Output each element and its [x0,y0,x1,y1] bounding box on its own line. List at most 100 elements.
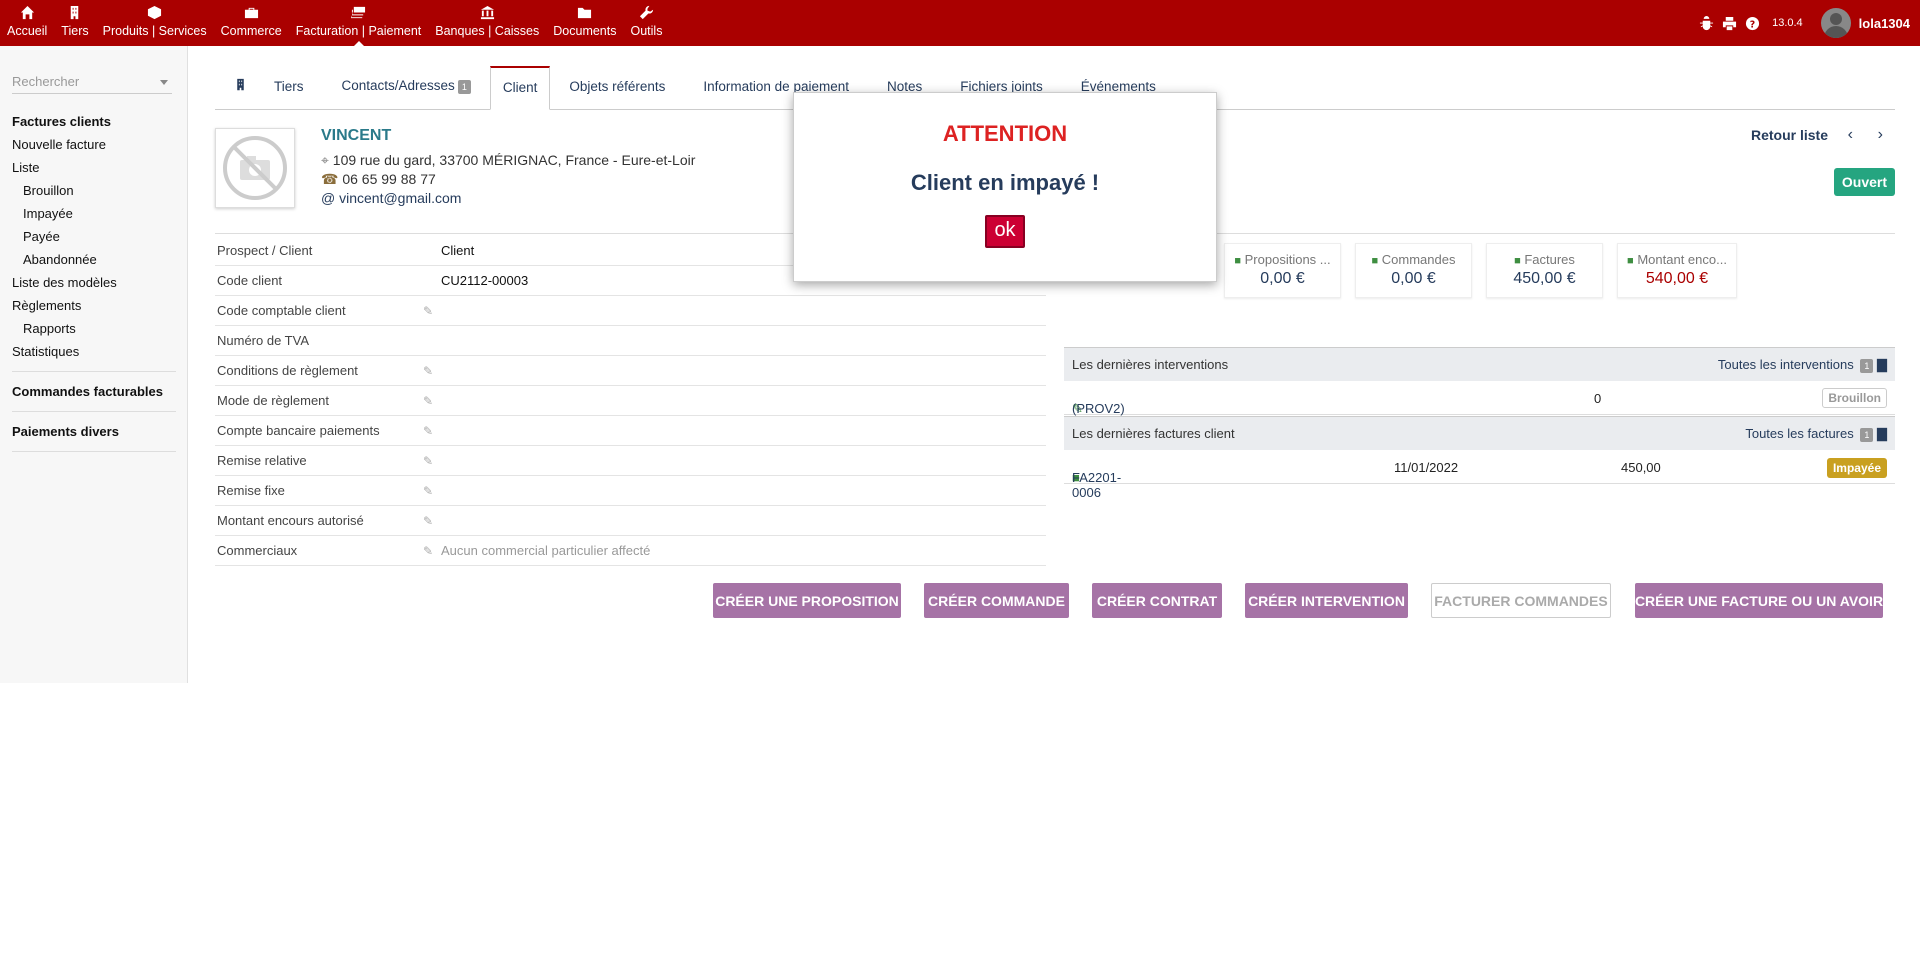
left-sidebar: Rechercher Factures clients Nouvelle fac… [0,46,188,683]
field-row-code-comptable: Code comptable client ✎ [215,296,1046,326]
status-badge: Impayée [1826,458,1887,478]
back-to-list-link[interactable]: Retour liste [1751,127,1828,143]
address-line: ⌖ 109 rue du gard, 33700 MÉRIGNAC, Franc… [321,151,695,170]
tab-contacts[interactable]: Contacts/Adresses 1 [323,78,490,109]
field-label: Numéro de TVA [217,333,310,348]
edit-pencil-icon[interactable]: ✎ [423,544,441,558]
chart-icon[interactable]: ▇ [1877,357,1887,372]
field-label: Code comptable client [217,303,346,318]
sidebar-item-payee[interactable]: Payée [12,225,176,248]
alert-dialog: ATTENTION Client en impayé ! ok [793,92,1217,282]
field-label: Compte bancaire paiements [217,423,380,438]
link-label: Toutes les interventions [1717,356,1854,372]
briefcase-icon [244,7,258,19]
search-input[interactable]: Rechercher [12,70,172,94]
create-invoice-button[interactable]: CRÉER UNE FACTURE OU UN AVOIR [1635,583,1883,618]
customer-email[interactable]: vincent@gmail.com [339,190,461,206]
invoice-amount: 450,00 [1621,460,1661,475]
field-label: Remise relative [217,453,307,468]
nav-commerce[interactable]: Commerce [214,0,289,46]
dialog-title: ATTENTION [942,121,1068,146]
customer-fields-table: Prospect / Client Client Code client CU2… [215,236,1046,566]
stat-value: 450,00 € [1513,270,1576,287]
sidebar-item-statistiques[interactable]: Statistiques [12,340,176,363]
tab-objets-referents[interactable]: Objets référents [550,79,684,109]
field-row-remise-relative: Remise relative ✎ [215,446,1046,476]
chevron-right-icon[interactable]: › [1878,126,1883,144]
stat-box-factures[interactable]: ■ Factures 450,00 € [1486,243,1603,298]
edit-pencil-icon[interactable]: ✎ [423,394,441,408]
list-title: Les dernières factures client [1072,426,1235,441]
username[interactable]: lola1304 [1859,16,1910,31]
create-intervention-button[interactable]: CRÉER INTERVENTION [1245,583,1408,618]
create-proposal-button[interactable]: CRÉER UNE PROPOSITION [713,583,901,618]
avatar[interactable] [1820,8,1851,38]
stat-label: Commandes [1381,252,1456,267]
building-icon [71,5,79,20]
stat-box-encours[interactable]: ■ Montant enco... 540,00 € [1617,243,1737,298]
tab-client[interactable]: Client [489,66,551,110]
edit-pencil-icon[interactable]: ✎ [423,424,441,438]
file-icon: ■ [1627,255,1634,267]
intervention-value: 0 [1594,391,1602,406]
nav-documents[interactable]: Documents [546,0,623,46]
sidebar-item-impayee[interactable]: Impayée [12,202,176,225]
all-invoices-link[interactable]: Toutes les factures 1 ▇ [1745,426,1887,442]
phone-line: ☎ 06 65 99 88 77 [321,170,695,189]
sidebar-item-reglements[interactable]: Règlements [12,294,176,317]
invoices-header: Les dernières factures client Toutes les… [1064,416,1895,450]
field-label: Mode de règlement [217,393,330,408]
bug-icon[interactable] [1699,15,1714,31]
sidebar-item-factures-clients[interactable]: Factures clients [12,114,176,129]
sidebar-item-paiements-divers[interactable]: Paiements divers [12,424,176,439]
money-icon [351,6,366,19]
building-icon [237,78,244,91]
nav-produits-services[interactable]: Produits | Services [96,0,214,46]
create-order-button[interactable]: CRÉER COMMANDE [924,583,1069,618]
ok-button[interactable]: ok [985,215,1025,248]
stat-label: Montant enco... [1637,252,1727,267]
edit-pencil-icon[interactable]: ✎ [423,484,441,498]
tab-building[interactable] [215,78,255,109]
tab-label: Contacts/Adresses [341,78,455,93]
help-icon[interactable]: ? [1745,16,1760,31]
sidebar-item-brouillon[interactable]: Brouillon [12,179,176,202]
sidebar-item-abandonnee[interactable]: Abandonnée [12,248,176,271]
nav-facturation-paiement[interactable]: Facturation | Paiement [289,0,429,46]
tab-tiers[interactable]: Tiers [255,79,323,109]
stat-box-commandes[interactable]: ■ Commandes 0,00 € [1355,243,1472,298]
status-badge: Brouillon [1822,388,1887,408]
file-icon: ■ [1514,255,1521,267]
chart-icon[interactable]: ▇ [1877,426,1887,441]
nav-accueil[interactable]: Accueil [0,0,54,46]
phone-icon: ☎ [321,171,339,187]
sidebar-item-nouvelle-facture[interactable]: Nouvelle facture [12,133,176,156]
edit-pencil-icon[interactable]: ✎ [423,304,441,318]
edit-pencil-icon[interactable]: ✎ [423,514,441,528]
edit-pencil-icon[interactable]: ✎ [423,454,441,468]
chevron-left-icon[interactable]: ‹ [1848,126,1853,144]
all-interventions-link[interactable]: Toutes les interventions 1 ▇ [1718,357,1887,373]
nav-tiers[interactable]: Tiers [54,0,95,46]
nav-banques-caisses[interactable]: Banques | Caisses [428,0,546,46]
field-label: Montant encours autorisé [217,513,364,528]
nav-outils[interactable]: Outils [624,0,670,46]
nav-label: Commerce [220,24,282,38]
field-label: Commerciaux [217,543,298,558]
sidebar-item-liste[interactable]: Liste [12,156,176,179]
stat-value: 0,00 € [1260,270,1305,287]
sidebar-item-liste-modeles[interactable]: Liste des modèles [12,271,176,294]
sidebar-item-commandes-facturables[interactable]: Commandes facturables [12,384,176,399]
customer-name[interactable]: VINCENT [321,127,391,145]
print-icon[interactable] [1722,16,1737,31]
bank-icon [480,5,494,20]
customer-address: 109 rue du gard, 33700 MÉRIGNAC, France … [332,152,696,168]
sidebar-item-rapports[interactable]: Rapports [12,317,176,340]
create-contract-button[interactable]: CRÉER CONTRAT [1092,583,1222,618]
stat-box-propositions[interactable]: ■ Propositions ... 0,00 € [1224,243,1341,298]
interventions-header: Les dernières interventions Toutes les i… [1064,347,1895,381]
customer-photo [215,128,295,208]
nav-label: Documents [553,24,617,38]
cube-icon [148,5,162,20]
edit-pencil-icon[interactable]: ✎ [423,364,441,378]
